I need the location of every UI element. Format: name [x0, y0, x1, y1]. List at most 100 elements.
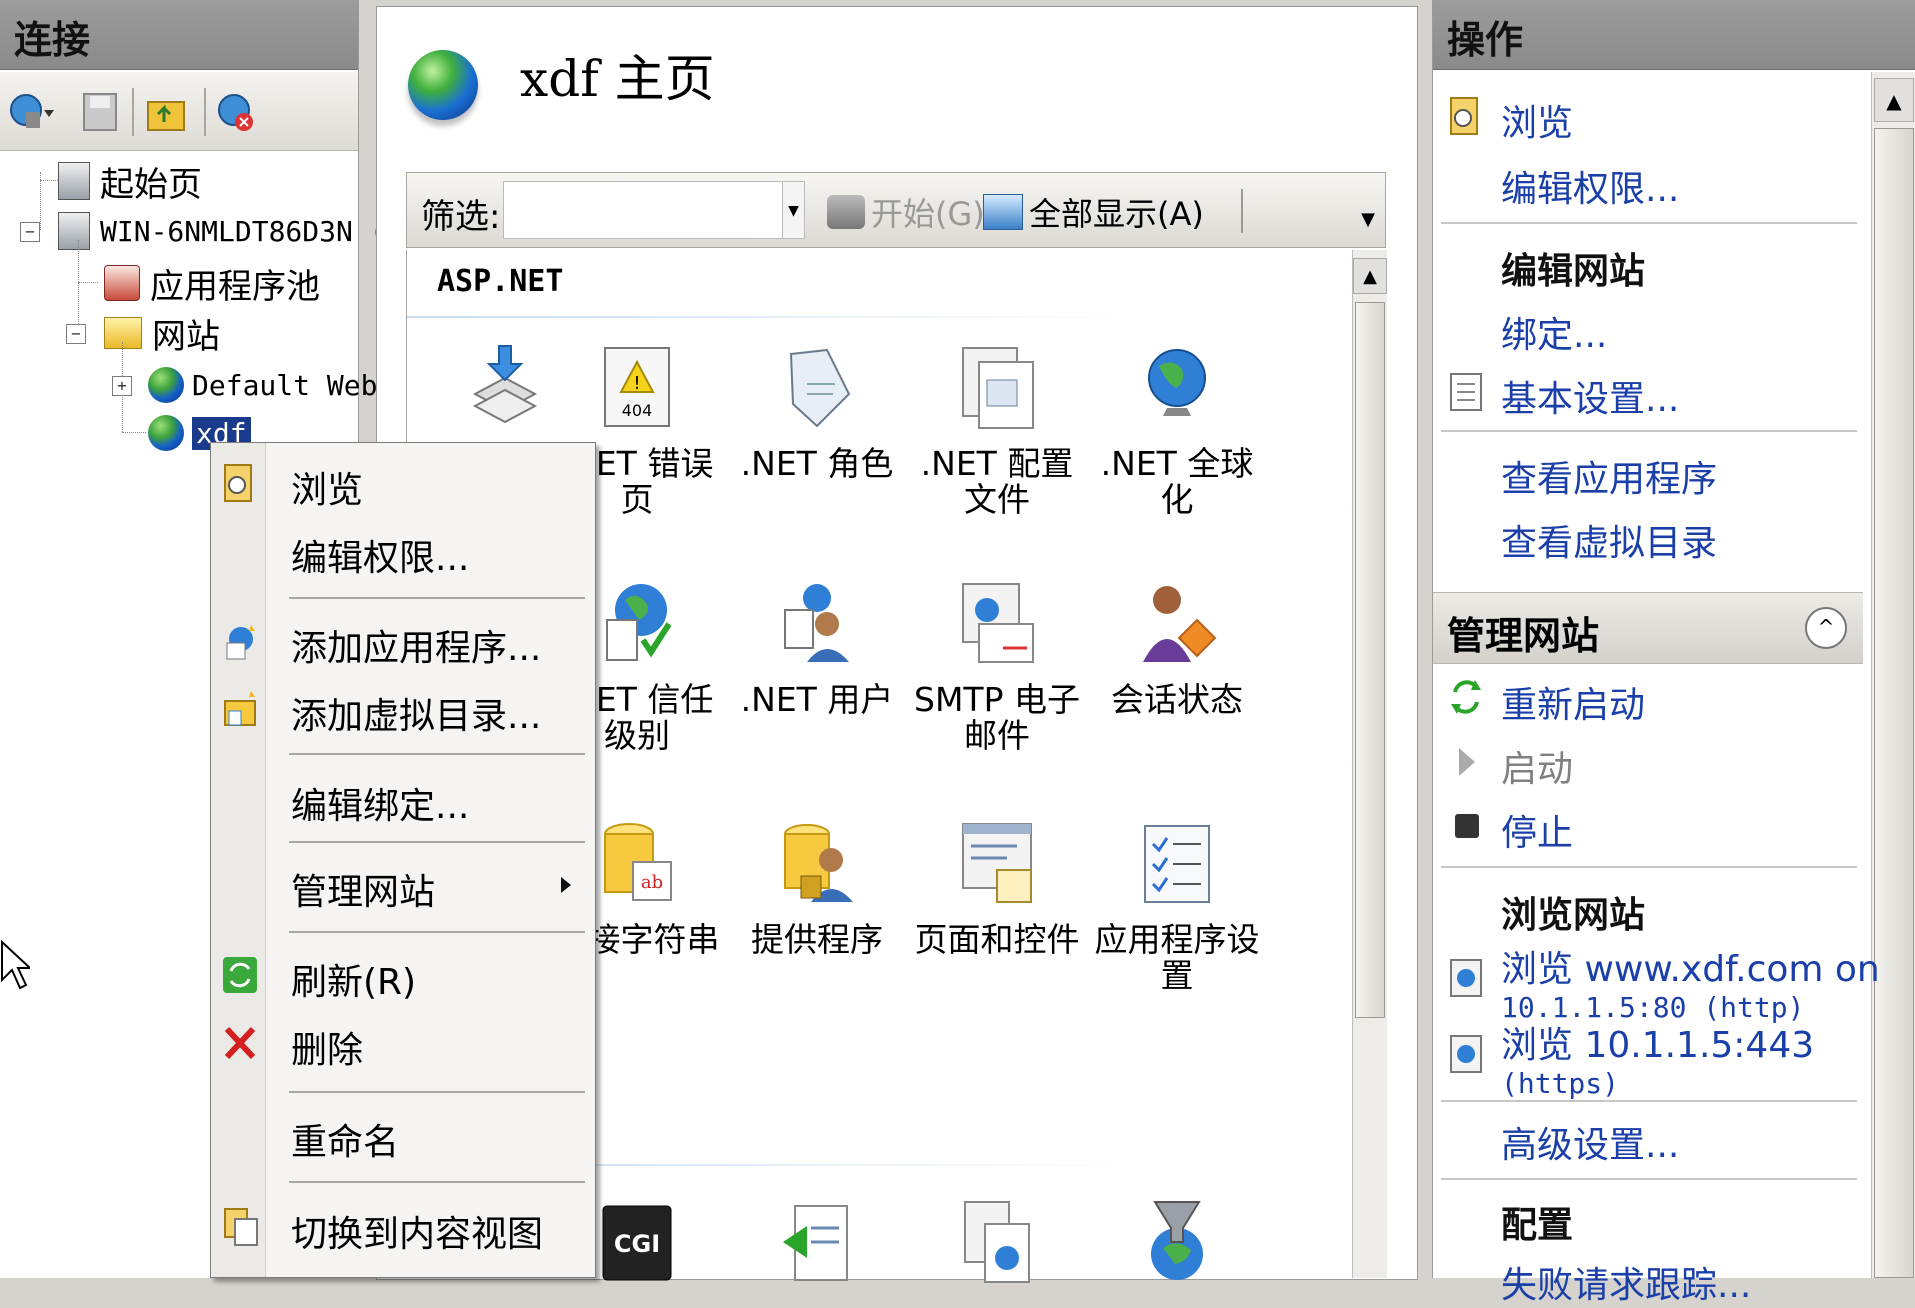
tree-server[interactable]: WIN-6NMLDT86D3N (: [58, 208, 387, 254]
save-icon[interactable]: [80, 90, 124, 134]
feature-providers[interactable]: 提供程序: [727, 820, 907, 958]
config-header: 配置: [1501, 1205, 1574, 1246]
feature-app-settings[interactable]: 应用程序设置: [1087, 820, 1267, 994]
menu-item-rename[interactable]: 重命名: [211, 1107, 595, 1163]
action-bindings[interactable]: 绑定...: [1501, 306, 1607, 358]
action-start[interactable]: 启动: [1501, 740, 1573, 792]
collapse-chevron-up-icon[interactable]: ^: [1805, 607, 1847, 649]
actions-scroll-up-icon[interactable]: ▲: [1874, 78, 1914, 122]
site-home-globe-icon: [408, 50, 478, 146]
start-play-icon: [1449, 742, 1483, 776]
tree-app-pools[interactable]: 应用程序池: [104, 260, 320, 307]
actions-panel: 操作 ▲ 浏览 编辑权限... 编辑网站 绑定... 基本设置... 查看应用程…: [1432, 0, 1915, 1306]
action-browse-http[interactable]: 浏览 www.xdf.com on 10.1.1.5:80 (http): [1501, 940, 1880, 1024]
refresh-icon: [221, 955, 259, 995]
svg-text:CGI: CGI: [614, 1230, 660, 1258]
action-edit-permissions[interactable]: 编辑权限...: [1501, 160, 1679, 212]
server-expander[interactable]: −: [20, 222, 40, 242]
pages-controls-icon: [957, 820, 1037, 908]
mouse-cursor-icon: [0, 939, 33, 990]
actions-scrollbar[interactable]: ▲: [1871, 72, 1915, 1278]
scroll-thumb[interactable]: [1355, 302, 1385, 1018]
restart-icon: [1449, 676, 1483, 714]
menu-item-switch-content-view[interactable]: 切换到内容视图: [211, 1199, 595, 1255]
browse-http-icon: [1449, 958, 1483, 997]
group-header-aspnet: ASP.NET: [437, 264, 564, 299]
sites-folder-icon: [104, 317, 142, 349]
up-folder-icon[interactable]: [144, 90, 188, 134]
request-filtering-icon: [1137, 1198, 1217, 1286]
menu-item-add-application[interactable]: 添加应用程序...: [211, 613, 595, 669]
connect-icon[interactable]: [8, 90, 54, 134]
cgi-icon: CGI: [597, 1198, 677, 1286]
filter-toolbar: 筛选: ▼ 开始(G) ▼ 全部显示(A) ▼: [406, 172, 1386, 248]
action-advanced-settings[interactable]: 高级设置...: [1501, 1116, 1679, 1168]
menu-item-manage-site[interactable]: 管理网站: [211, 857, 595, 913]
delete-x-icon: [221, 1023, 259, 1063]
menu-item-edit-permissions[interactable]: 编辑权限...: [211, 523, 595, 579]
menu-item-refresh[interactable]: 刷新(R): [211, 947, 595, 1003]
start-page-icon: [58, 162, 90, 200]
feature-net-roles[interactable]: .NET 角色: [727, 344, 907, 482]
action-view-vdirs[interactable]: 查看虚拟目录: [1501, 514, 1717, 566]
trust-levels-icon: [597, 580, 677, 668]
add-virtual-dir-icon: [221, 689, 259, 729]
action-failed-request-tracing[interactable]: 失败请求跟踪...: [1501, 1256, 1751, 1308]
svg-text:ab: ab: [641, 872, 663, 893]
menu-item-delete[interactable]: 删除: [211, 1015, 595, 1071]
feature-directory-browsing[interactable]: [907, 1198, 1087, 1300]
edit-site-header: 编辑网站: [1501, 251, 1646, 292]
menu-item-add-virtual-dir[interactable]: 添加虚拟目录...: [211, 681, 595, 737]
menu-item-edit-bindings[interactable]: 编辑绑定...: [211, 771, 595, 827]
roles-tag-icon: [777, 344, 857, 432]
menu-item-browse[interactable]: 浏览: [211, 455, 595, 511]
filter-dropdown-icon[interactable]: ▼: [783, 181, 805, 239]
feature-smtp-email[interactable]: SMTP 电子邮件: [907, 580, 1087, 754]
connections-toolbar: [0, 72, 358, 151]
svg-text:!: !: [633, 373, 640, 394]
show-all-icon: [983, 194, 1023, 230]
binoculars-icon: [827, 195, 865, 229]
action-basic-settings[interactable]: 基本设置...: [1501, 370, 1679, 422]
action-restart[interactable]: 重新启动: [1501, 676, 1645, 728]
stop-icon: [1449, 806, 1483, 840]
tree-start-page[interactable]: 起始页: [58, 158, 202, 205]
smtp-mail-icon: [957, 580, 1037, 668]
feature-default-document[interactable]: [727, 1198, 907, 1300]
default-document-icon: [777, 1198, 857, 1286]
toolbar-overflow-icon[interactable]: ▼: [1361, 209, 1375, 230]
scroll-up-icon[interactable]: ▲: [1353, 258, 1387, 294]
actions-scroll-thumb[interactable]: [1874, 128, 1914, 1278]
site-globe-icon: [148, 367, 184, 403]
tree-default-site[interactable]: Default Web: [148, 362, 377, 408]
feature-net-globalization[interactable]: .NET 全球化: [1087, 344, 1267, 518]
app-settings-icon: [1137, 820, 1217, 908]
disconnect-icon[interactable]: [214, 90, 258, 134]
browse-https-icon: [1449, 1034, 1483, 1073]
feature-request-filtering[interactable]: [1087, 1198, 1267, 1300]
filter-input[interactable]: [503, 181, 783, 239]
feature-session-state[interactable]: 会话状态: [1087, 580, 1267, 718]
manage-site-section: 管理网站 ^: [1433, 592, 1863, 664]
feature-pages-controls[interactable]: 页面和控件: [907, 820, 1087, 958]
session-state-icon: [1137, 580, 1217, 668]
show-all-button[interactable]: 全部显示(A): [983, 189, 1204, 235]
app-pool-icon: [104, 265, 140, 301]
actions-title: 操作: [1433, 0, 1915, 70]
sites-expander[interactable]: −: [66, 324, 86, 344]
site-globe-icon: [148, 415, 184, 451]
action-browse-https[interactable]: 浏览 10.1.1.5:443 (https): [1501, 1016, 1814, 1100]
svg-text:404: 404: [622, 401, 653, 420]
server-icon: [58, 212, 90, 250]
feature-net-users[interactable]: .NET 用户: [727, 580, 907, 718]
action-stop[interactable]: 停止: [1501, 804, 1573, 856]
globalization-globe-icon: [1137, 344, 1217, 432]
manage-site-header: 管理网站: [1447, 614, 1600, 658]
connection-strings-icon: ab: [597, 820, 677, 908]
page-title: xdf 主页: [520, 50, 715, 108]
action-browse[interactable]: 浏览: [1501, 94, 1573, 146]
features-scrollbar[interactable]: ▲: [1352, 250, 1387, 1278]
feature-net-profile[interactable]: .NET 配置文件: [907, 344, 1087, 518]
default-site-expander[interactable]: +: [112, 376, 132, 396]
action-view-apps[interactable]: 查看应用程序: [1501, 450, 1717, 502]
